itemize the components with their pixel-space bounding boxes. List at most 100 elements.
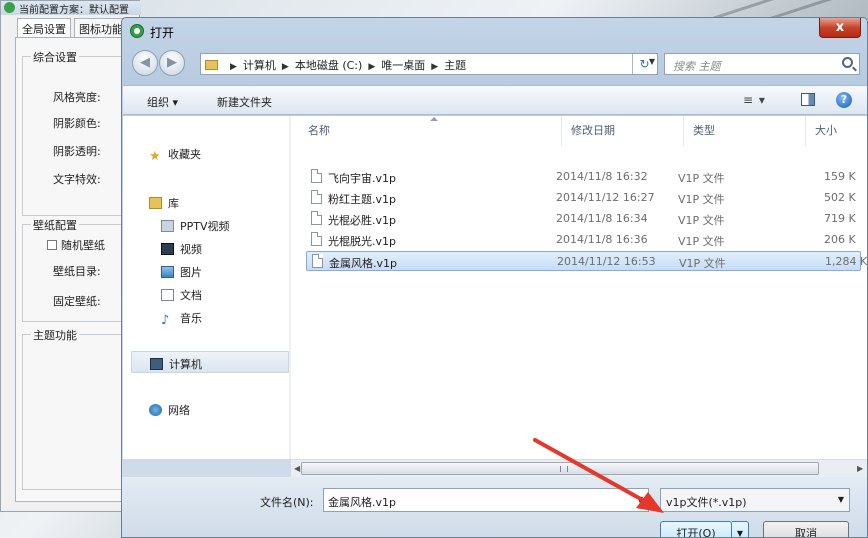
sidebar-item-network[interactable]: 网络	[149, 402, 190, 418]
scroll-left-icon[interactable]: ◀	[294, 464, 300, 473]
column-divider[interactable]	[683, 116, 684, 146]
column-header-name[interactable]: 名称	[308, 122, 330, 138]
navigation-bar: ◀ ▶ ▶ 计算机 ▶ 本地磁盘 (C:) ▶ 唯一桌面 ▶ 主题 ▼ ↻ 搜索 主题	[122, 47, 867, 81]
setting-label: 风格亮度:	[53, 91, 101, 104]
app-logo-icon	[4, 2, 15, 13]
cancel-button[interactable]: 取消	[763, 521, 849, 537]
sidebar-item-library[interactable]: 库	[149, 195, 179, 211]
pictures-icon	[161, 266, 174, 278]
file-type-filter-value: v1p文件(*.v1p)	[666, 496, 747, 509]
scrollbar-grip-icon	[560, 466, 568, 472]
file-row[interactable]: 光棍脱光.v1p 2014/11/8 16:36 V1P 文件 206 K	[306, 230, 861, 250]
forward-button[interactable]: ▶	[159, 50, 185, 76]
file-name: 光棍必胜.v1p	[328, 214, 396, 227]
back-button[interactable]: ◀	[132, 50, 158, 76]
new-folder-button[interactable]: 新建文件夹	[217, 94, 272, 110]
file-icon	[311, 190, 322, 204]
dialog-footer: 文件名(N): 金属风格.v1p ▼ v1p文件(*.v1p) ▼ 打开(O) …	[122, 477, 867, 537]
open-button[interactable]: 打开(O)	[660, 521, 732, 537]
file-row[interactable]: 飞向宇宙.v1p 2014/11/8 16:32 V1P 文件 159 K	[306, 167, 861, 187]
group-title: 壁纸配置	[31, 217, 79, 233]
column-header-size[interactable]: 大小	[815, 122, 837, 138]
file-row[interactable]: 粉红主题.v1p 2014/11/12 16:27 V1P 文件 502 K	[306, 188, 861, 208]
chevron-down-icon[interactable]: ▼	[838, 495, 844, 504]
group-title: 综合设置	[31, 49, 79, 65]
sidebar-item-pptv-video[interactable]: PPTV视频	[161, 218, 230, 234]
column-divider[interactable]	[805, 116, 806, 146]
breadcrumb-separator-icon[interactable]: ▶	[230, 62, 237, 72]
horizontal-scrollbar[interactable]: ◀ ▶	[291, 459, 867, 477]
tab-global-settings[interactable]: 全局设置	[17, 18, 71, 38]
sidebar-item-label: 文档	[180, 289, 202, 302]
sidebar-item-label: 视频	[180, 243, 202, 256]
scroll-right-icon[interactable]: ▶	[857, 464, 863, 473]
file-type-filter-select[interactable]: v1p文件(*.v1p) ▼	[660, 488, 850, 512]
forward-arrow-icon: ▶	[167, 55, 177, 70]
navigation-pane: ★ 收藏夹 库 PPTV视频 视频 图片 文档 ♪ 音乐 计算机 网络	[123, 116, 290, 459]
sidebar-item-videos[interactable]: 视频	[161, 241, 202, 257]
sidebar-item-computer[interactable]: 计算机	[131, 351, 289, 373]
column-divider[interactable]	[561, 116, 562, 146]
folder-icon	[205, 60, 218, 70]
sidebar-item-label: 库	[168, 197, 179, 210]
file-icon	[311, 169, 322, 183]
setting-label: 壁纸目录:	[53, 265, 101, 278]
sidebar-item-documents[interactable]: 文档	[161, 287, 202, 303]
file-type: V1P 文件	[678, 235, 725, 248]
sidebar-item-pictures[interactable]: 图片	[161, 264, 202, 280]
change-view-button[interactable]: ≡ ▾	[743, 93, 766, 107]
breadcrumb-item[interactable]: 计算机	[243, 59, 276, 72]
filename-field[interactable]: 金属风格.v1p ▼	[323, 488, 649, 512]
setting-label: 固定壁纸:	[53, 295, 101, 308]
breadcrumb-separator-icon[interactable]: ▶	[368, 62, 375, 72]
back-arrow-icon: ◀	[140, 55, 150, 70]
random-wallpaper-checkbox[interactable]: 随机壁纸	[47, 237, 105, 253]
sidebar-item-music[interactable]: ♪ 音乐	[161, 310, 202, 327]
preview-pane-icon[interactable]	[801, 93, 815, 106]
sidebar-item-favorites[interactable]: ★ 收藏夹	[149, 146, 201, 163]
music-icon: ♪	[161, 313, 170, 328]
star-icon: ★	[149, 149, 161, 164]
checkbox-icon[interactable]	[47, 240, 57, 250]
organize-button[interactable]: 组织 ▾	[147, 94, 178, 110]
refresh-button[interactable]: ↻	[632, 54, 656, 74]
file-type: V1P 文件	[678, 193, 725, 206]
settings-window-title: 当前配置方案：默认配置	[19, 5, 129, 15]
documents-icon	[161, 289, 174, 301]
sidebar-item-label: 图片	[180, 266, 202, 279]
pptv-folder-icon	[161, 220, 174, 232]
chevron-down-icon[interactable]: ▼	[637, 495, 643, 504]
breadcrumb-separator-icon[interactable]: ▶	[431, 62, 438, 72]
scrollbar-thumb[interactable]	[301, 462, 819, 475]
file-date: 2014/11/8 16:32	[556, 170, 648, 183]
breadcrumb-item[interactable]: 唯一桌面	[381, 59, 425, 72]
breadcrumb-separator-icon[interactable]: ▶	[282, 62, 289, 72]
open-options-dropdown-icon[interactable]: ▼	[732, 521, 749, 537]
setting-label: 阴影透明:	[53, 145, 101, 158]
file-size: 1,284 K	[825, 255, 868, 268]
column-header-date[interactable]: 修改日期	[571, 122, 615, 138]
help-icon[interactable]: ?	[836, 92, 852, 108]
file-row-selected[interactable]: 金属风格.v1p 2014/11/12 16:53 V1P 文件 1,284 K	[306, 251, 867, 271]
file-date: 2014/11/8 16:36	[556, 233, 648, 246]
address-bar[interactable]: ▶ 计算机 ▶ 本地磁盘 (C:) ▶ 唯一桌面 ▶ 主题 ▼	[200, 53, 658, 75]
command-toolbar: 组织 ▾ 新建文件夹 ≡ ▾ ?	[123, 85, 867, 115]
file-date: 2014/11/8 16:34	[556, 212, 648, 225]
file-type: V1P 文件	[678, 214, 725, 227]
sidebar-item-label: 音乐	[180, 312, 202, 325]
file-name: 粉红主题.v1p	[328, 193, 396, 206]
file-row[interactable]: 光棍必胜.v1p 2014/11/8 16:34 V1P 文件 719 K	[306, 209, 861, 229]
breadcrumb: ▶ 计算机 ▶ 本地磁盘 (C:) ▶ 唯一桌面 ▶ 主题	[205, 57, 466, 73]
file-size: 719 K	[824, 212, 856, 225]
search-input[interactable]: 搜索 主题	[664, 53, 860, 75]
sidebar-item-label: 网络	[168, 404, 190, 417]
file-size: 206 K	[824, 233, 856, 246]
breadcrumb-item[interactable]: 主题	[444, 59, 466, 72]
dialog-titlebar[interactable]: 打开 x	[122, 18, 867, 45]
column-header-type[interactable]: 类型	[693, 122, 715, 138]
breadcrumb-item[interactable]: 本地磁盘 (C:)	[295, 59, 362, 72]
close-button[interactable]: x	[819, 18, 861, 38]
group-title: 主题功能	[31, 327, 79, 343]
search-icon[interactable]	[842, 57, 853, 68]
library-icon	[149, 197, 162, 209]
